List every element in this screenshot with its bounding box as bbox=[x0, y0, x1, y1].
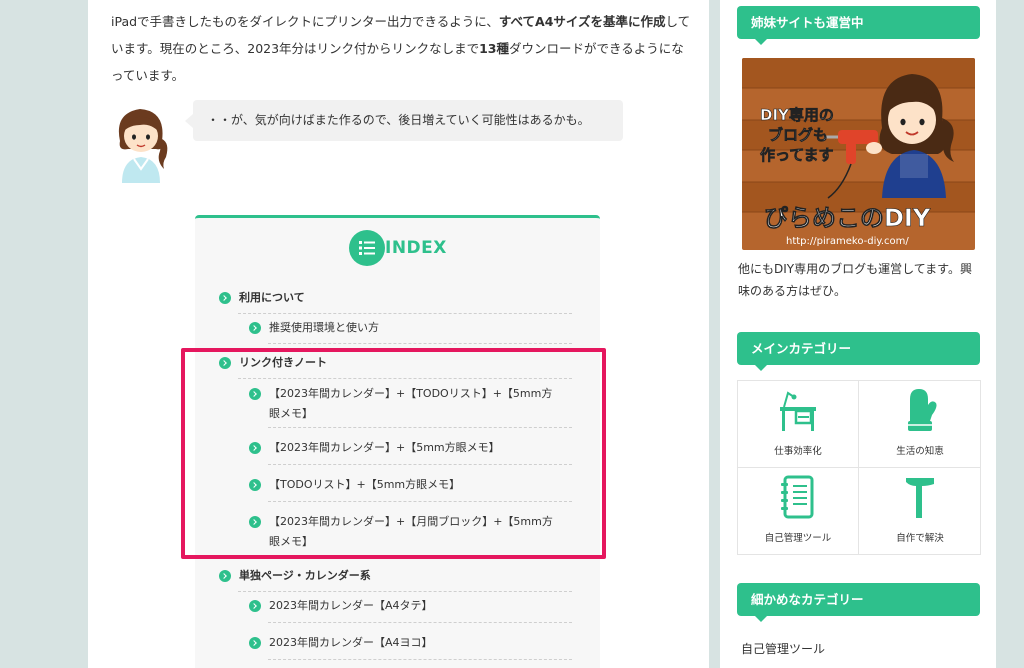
main-category-heading-label: メインカテゴリー bbox=[751, 341, 852, 356]
chevron-right-icon bbox=[219, 292, 231, 304]
intro-bold-2: 13種 bbox=[479, 41, 509, 56]
toc-divider bbox=[268, 659, 572, 660]
category-label: 自作で解決 bbox=[896, 533, 944, 544]
highlight-box bbox=[181, 348, 606, 559]
toc-divider bbox=[268, 343, 572, 344]
toc-link-label: 2023年間カレンダー【A4ヨコ】 bbox=[269, 636, 433, 649]
list-icon bbox=[349, 230, 385, 266]
toc-link-label: 推奨使用環境と使い方 bbox=[269, 321, 379, 334]
sister-site-description: 他にもDIY専用のブログも運営してます。興味のある方はぜひ。 bbox=[738, 262, 972, 298]
desk-icon bbox=[780, 391, 816, 431]
category-life-tips[interactable]: 生活の知恵 bbox=[859, 380, 981, 467]
category-label: 仕事効率化 bbox=[774, 446, 822, 457]
toc-link-environment[interactable]: 推奨使用環境と使い方 bbox=[249, 318, 379, 338]
toc-link-usage[interactable]: 利用について bbox=[219, 288, 305, 308]
chevron-right-icon bbox=[249, 322, 261, 334]
intro-bold-1: すべてA4サイズを基準に作成 bbox=[498, 14, 666, 29]
toc-divider bbox=[238, 591, 572, 592]
fine-category-link[interactable]: 自己管理ツール bbox=[741, 640, 825, 657]
category-work-efficiency[interactable]: 仕事効率化 bbox=[737, 380, 859, 467]
toc-divider bbox=[268, 622, 572, 623]
hammer-icon bbox=[906, 478, 934, 518]
toc-title: INDEX bbox=[385, 238, 447, 258]
svg-text:ぴらめこのDIY: ぴらめこのDIY bbox=[764, 204, 931, 232]
svg-text:http://pirameko-diy.com/: http://pirameko-diy.com/ bbox=[786, 236, 909, 247]
toc-divider bbox=[238, 313, 572, 314]
toc-link-label: 2023年間カレンダー【A4タテ】 bbox=[269, 599, 433, 612]
sister-site-heading-label: 姉妹サイトも運営中 bbox=[751, 15, 864, 30]
chevron-right-icon bbox=[219, 570, 231, 582]
chevron-right-icon bbox=[249, 600, 261, 612]
sister-site-banner[interactable]: DIY専用の ブログも 作ってます ぴらめこのDIY http://pirame… bbox=[742, 58, 975, 250]
chevron-right-icon bbox=[249, 637, 261, 649]
mitten-icon bbox=[908, 389, 937, 431]
intro-text-1: iPadで手書きしたものをダイレクトにプリンター出力できるように、 bbox=[111, 14, 499, 29]
toc-header: INDEX bbox=[349, 230, 447, 266]
fine-category-heading-label: 細かめなカテゴリー bbox=[751, 592, 864, 607]
speech-bubble: ・・が、気が向けばまた作るので、後日増えていく可能性はあるかも。 bbox=[185, 100, 623, 141]
toc-link-label: 単独ページ・カレンダー系 bbox=[239, 569, 371, 582]
category-label: 生活の知恵 bbox=[896, 446, 944, 457]
toc-link-label: 利用について bbox=[239, 291, 305, 304]
toc-link-single-pages[interactable]: 単独ページ・カレンダー系 bbox=[219, 566, 371, 586]
main-category-heading: メインカテゴリー bbox=[737, 332, 980, 371]
svg-text:作ってます: 作ってます bbox=[760, 146, 834, 164]
svg-text:ブログも: ブログも bbox=[768, 126, 828, 144]
svg-text:DIY専用の: DIY専用の bbox=[760, 106, 834, 124]
author-avatar bbox=[110, 103, 172, 183]
category-diy-solutions[interactable]: 自作で解決 bbox=[859, 467, 981, 554]
speech-bubble-text: ・・が、気が向けばまた作るので、後日増えていく可能性はあるかも。 bbox=[207, 113, 590, 127]
category-label: 自己管理ツール bbox=[764, 533, 832, 544]
intro-paragraph: iPadで手書きしたものをダイレクトにプリンター出力できるように、すべてA4サイ… bbox=[111, 8, 691, 89]
notebook-icon bbox=[781, 475, 814, 519]
toc-link-calendar-landscape[interactable]: 2023年間カレンダー【A4ヨコ】 bbox=[249, 633, 433, 653]
sister-site-heading: 姉妹サイトも運営中 bbox=[737, 6, 980, 45]
category-self-management[interactable]: 自己管理ツール bbox=[737, 467, 859, 554]
toc-link-calendar-portrait[interactable]: 2023年間カレンダー【A4タテ】 bbox=[249, 596, 433, 616]
fine-category-heading: 細かめなカテゴリー bbox=[737, 583, 980, 622]
